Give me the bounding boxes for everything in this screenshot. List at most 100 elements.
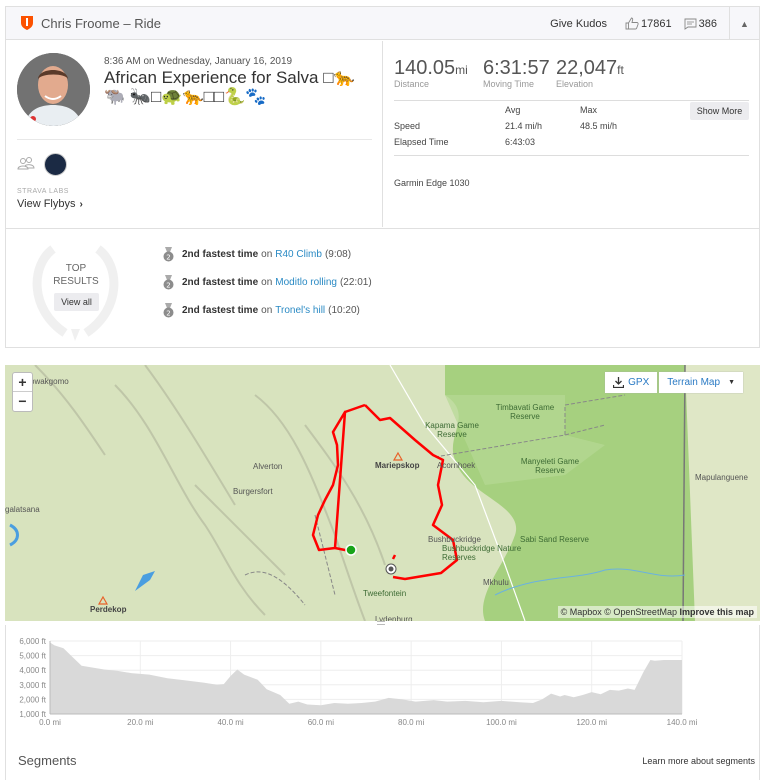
svg-text:2: 2 xyxy=(166,310,170,318)
stat-distance: 140.05mi Distance xyxy=(394,57,468,89)
kudos-count[interactable]: 17861 xyxy=(625,17,672,30)
mapbox-attribution-link[interactable]: © Mapbox xyxy=(561,607,602,617)
stat-moving-time: 6:31:57 Moving Time xyxy=(483,57,550,89)
result-item: 2 2nd fastest time on R40 Climb (9:08) xyxy=(163,247,351,262)
x-tick-label: 100.0 mi xyxy=(486,718,517,725)
y-tick-label: 6,000 ft xyxy=(19,637,46,646)
silver-medal-icon: 2 xyxy=(163,303,174,318)
avg-speed: 21.4 mi/h xyxy=(505,121,543,131)
elevation-label: Elevation xyxy=(556,79,594,89)
athlete-photo xyxy=(17,53,90,126)
segment-link-tronels-hill[interactable]: Tronel's hill xyxy=(275,305,325,316)
distance-value: 140.05 xyxy=(394,57,456,79)
map-label: Bushbuckridge xyxy=(428,535,481,544)
activity-header: Chris Froome – Ride Give Kudos 17861 386… xyxy=(6,7,759,40)
caret-down-icon: ▼ xyxy=(728,379,735,386)
athlete-avatar[interactable] xyxy=(17,53,90,126)
view-all-results-button[interactable]: View all xyxy=(54,293,99,311)
group-activity-icon[interactable] xyxy=(17,157,35,170)
osm-attribution-link[interactable]: © OpenStreetMap xyxy=(604,607,677,617)
view-flybys-label: View Flybys xyxy=(17,198,76,210)
give-kudos-button[interactable]: Give Kudos xyxy=(550,18,607,30)
strava-labs-label: STRAVA LABS xyxy=(17,188,69,195)
comment-icon xyxy=(684,18,697,30)
group-member-avatar[interactable] xyxy=(44,153,67,176)
distance-unit: mi xyxy=(455,63,468,77)
y-tick-label: 5,000 ft xyxy=(19,652,46,661)
map-label: Mkhulu xyxy=(483,578,509,587)
map-toolbar: GPX Terrain Map ▼ xyxy=(603,372,743,393)
x-tick-label: 40.0 mi xyxy=(217,718,243,725)
activity-stats: 140.05mi Distance 6:31:57 Moving Time 22… xyxy=(384,41,760,227)
activity-header-title: Chris Froome – Ride xyxy=(41,15,161,31)
learn-more-segments-link[interactable]: Learn more about segments xyxy=(642,756,755,766)
comment-count[interactable]: 386 xyxy=(684,18,717,30)
map-label: Mapulanguene xyxy=(695,473,748,482)
svg-text:2: 2 xyxy=(166,254,170,262)
svg-text:2: 2 xyxy=(166,282,170,290)
map-label: Alverton xyxy=(253,462,283,471)
view-flybys-link[interactable]: View Flybys › xyxy=(17,198,83,210)
map-attribution: © Mapbox © OpenStreetMap Improve this ma… xyxy=(557,606,757,618)
activity-info: 8:36 AM on Wednesday, January 16, 2019 A… xyxy=(6,41,383,227)
map-label: Bushbuckridge Nature Reserves xyxy=(442,544,522,562)
map-tiles xyxy=(5,365,760,621)
thumbs-up-icon xyxy=(625,17,639,30)
elevation-value: 22,047 xyxy=(556,57,618,79)
divider xyxy=(394,100,749,101)
elevation-chart: 1,000 ft2,000 ft3,000 ft4,000 ft5,000 ft… xyxy=(19,637,698,727)
map-label: Kapama Game Reserve xyxy=(425,421,479,439)
collapse-button[interactable]: ▲ xyxy=(729,7,759,40)
y-tick-label: 4,000 ft xyxy=(19,666,46,675)
map-label: Manyeleti Game Reserve xyxy=(520,457,580,475)
laurel-wreath-icon xyxy=(32,245,119,341)
segment-link-r40-climb[interactable]: R40 Climb xyxy=(275,249,322,260)
stat-elevation: 22,047ft Elevation xyxy=(556,57,624,89)
map-label: galatsana xyxy=(5,505,40,514)
improve-map-link[interactable]: Improve this map xyxy=(679,607,754,617)
speed-label: Speed xyxy=(394,121,421,131)
device-name: Garmin Edge 1030 xyxy=(394,178,470,188)
kudos-count-value: 17861 xyxy=(641,17,672,30)
y-tick-label: 2,000 ft xyxy=(19,695,46,704)
start-marker xyxy=(345,544,357,556)
max-speed: 48.5 mi/h xyxy=(580,121,618,131)
activity-type-shield-icon xyxy=(21,16,33,30)
y-tick-label: 3,000 ft xyxy=(19,681,46,690)
x-tick-label: 60.0 mi xyxy=(308,718,334,725)
max-header: Max xyxy=(580,105,598,115)
map-label: Acornhoek xyxy=(437,461,476,470)
x-tick-label: 140.0 mi xyxy=(667,718,698,725)
show-more-button[interactable]: Show More xyxy=(690,102,749,120)
zoom-in-button[interactable]: + xyxy=(13,373,32,392)
activity-summary-card: Chris Froome – Ride Give Kudos 17861 386… xyxy=(5,6,760,348)
x-tick-label: 80.0 mi xyxy=(398,718,424,725)
zoom-out-button[interactable]: − xyxy=(13,392,32,411)
distance-label: Distance xyxy=(394,79,430,89)
map-label: Sabi Sand Reserve xyxy=(520,535,589,544)
elapsed-time-label: Elapsed Time xyxy=(394,137,449,147)
route-map[interactable]: owakgomo Alverton Burgersfort galatsana … xyxy=(5,365,760,621)
activity-date: 8:36 AM on Wednesday, January 16, 2019 xyxy=(104,56,293,67)
divider xyxy=(394,155,749,156)
segment-link-moditlo-rolling[interactable]: Moditlo rolling xyxy=(275,277,337,288)
gpx-download-button[interactable]: GPX xyxy=(605,372,658,393)
map-label: Timbavati Game Reserve xyxy=(495,403,555,421)
silver-medal-icon: 2 xyxy=(163,247,174,262)
download-icon xyxy=(613,377,625,388)
x-tick-label: 120.0 mi xyxy=(576,718,607,725)
elapsed-time-value: 6:43:03 xyxy=(505,137,536,147)
x-tick-label: 0.0 mi xyxy=(39,718,61,725)
map-label: Mariepskop xyxy=(375,461,420,470)
elevation-area xyxy=(50,642,682,714)
top-results-title: TOP RESULTS xyxy=(53,263,99,287)
x-tick-label: 20.0 mi xyxy=(127,718,153,725)
activity-title: African Experience for Salva □🐆🐃 🐜□🐢🐆□□🐍… xyxy=(104,68,355,106)
map-label: Perdekop xyxy=(90,605,127,614)
top-results-section: TOP RESULTS View all 2 2nd fastest time o… xyxy=(6,228,759,348)
moving-time-label: Moving Time xyxy=(483,79,535,89)
map-label: Tweefontein xyxy=(363,589,407,598)
map-type-dropdown[interactable]: Terrain Map ▼ xyxy=(659,372,743,393)
silver-medal-icon: 2 xyxy=(163,275,174,290)
result-item: 2 2nd fastest time on Tronel's hill (10:20) xyxy=(163,303,360,318)
